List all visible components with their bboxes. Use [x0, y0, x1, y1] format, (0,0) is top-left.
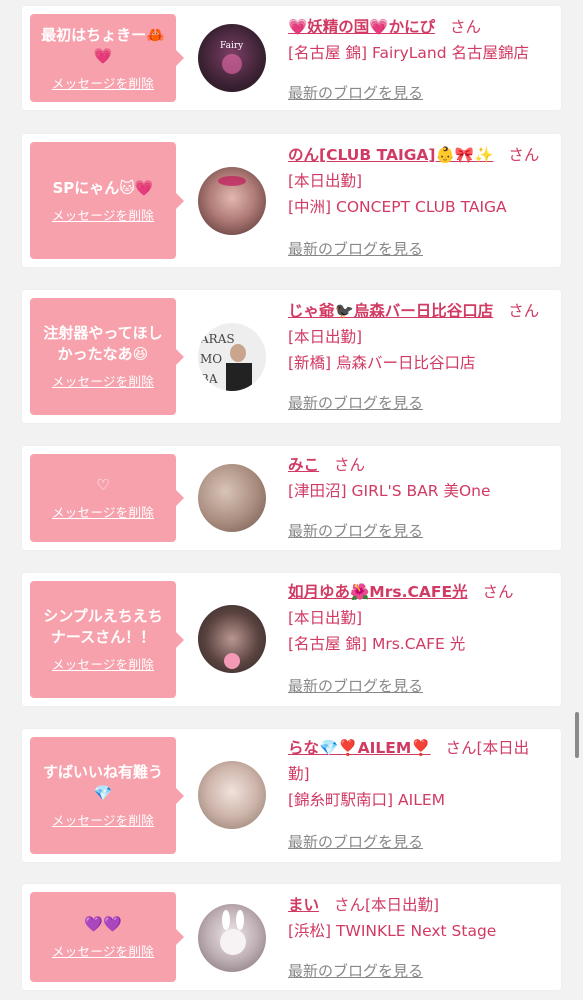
- cast-name-link[interactable]: 💗妖精の国💗かにぴ: [288, 18, 435, 36]
- svg-text:MO: MO: [200, 352, 222, 366]
- avatar[interactable]: [198, 464, 266, 532]
- cast-info: みこ さん [津田沼] GIRL'S BAR 美One: [288, 452, 550, 504]
- delete-message-link[interactable]: メッセージを削除: [52, 654, 154, 673]
- list-item: 💜💜 メッセージを削除 まい さん[本日出勤] [浜松] TWINKLE Nex…: [22, 884, 561, 990]
- shop-name: [浜松] TWINKLE Next Stage: [288, 922, 497, 940]
- latest-blog-link[interactable]: 最新のブログを見る: [288, 520, 423, 541]
- cast-info: 💗妖精の国💗かにぴ さん [名古屋 錦] FairyLand 名古屋錦店: [288, 14, 550, 66]
- list-item: 最初はちょきー🦀💗 メッセージを削除 Fairy 💗妖精の国💗かにぴ さん [名…: [22, 6, 561, 110]
- cast-name-link[interactable]: のん[CLUB TAIGA]👶🎀✨: [288, 146, 493, 164]
- work-status: [本日出勤]: [288, 609, 363, 627]
- message-bubble: 💜💜 メッセージを削除: [30, 892, 184, 982]
- avatar-image: [218, 176, 246, 186]
- message-bubble: ♡ メッセージを削除: [30, 454, 184, 542]
- avatar[interactable]: ARAS MO BA: [198, 323, 266, 391]
- list-item: シンプルえちえちナースさん！！ メッセージを削除 如月ゆあ🌺Mrs.CAFE光 …: [22, 573, 561, 706]
- message-text: ♡: [96, 476, 110, 494]
- honorific: さん: [508, 302, 540, 320]
- cast-info: じゃ爺🐦‍⬛烏森バー日比谷口店 さん [本日出勤] [新橋] 烏森バー日比谷口店: [288, 298, 550, 376]
- shop-name: [名古屋 錦] Mrs.CAFE 光: [288, 635, 466, 653]
- honorific: さん: [508, 146, 540, 164]
- list-item: SPにゃん🐱💗 メッセージを削除 のん[CLUB TAIGA]👶🎀✨ さん [本日…: [22, 134, 561, 267]
- delete-message-link[interactable]: メッセージを削除: [52, 73, 154, 92]
- honorific: さん: [450, 18, 482, 36]
- scrollbar[interactable]: [575, 712, 579, 758]
- message-text: 最初はちょきー🦀💗: [41, 25, 165, 65]
- message-text: シンプルえちえちナースさん！！: [43, 607, 163, 646]
- delete-message-link[interactable]: メッセージを削除: [52, 941, 154, 960]
- shop-name: [中洲] CONCEPT CLUB TAIGA: [288, 198, 507, 216]
- latest-blog-link[interactable]: 最新のブログを見る: [288, 392, 423, 413]
- avatar[interactable]: [198, 904, 266, 972]
- cast-info: のん[CLUB TAIGA]👶🎀✨ さん [本日出勤] [中洲] CONCEPT …: [288, 142, 550, 220]
- latest-blog-link[interactable]: 最新のブログを見る: [288, 238, 423, 259]
- work-status: [本日出勤]: [288, 172, 363, 190]
- avatar[interactable]: Fairy: [198, 24, 266, 92]
- avatar[interactable]: [198, 605, 266, 673]
- cast-name-link[interactable]: まい: [288, 896, 319, 914]
- delete-message-link[interactable]: メッセージを削除: [52, 205, 154, 224]
- list-item: 注射器やってほしかったなあ😆 メッセージを削除 ARAS MO BA じゃ爺🐦‍…: [22, 290, 561, 423]
- message-text: 注射器やってほしかったなあ😆: [43, 324, 163, 363]
- cast-info: まい さん[本日出勤] [浜松] TWINKLE Next Stage: [288, 892, 550, 944]
- message-bubble: 注射器やってほしかったなあ😆 メッセージを削除: [30, 298, 184, 415]
- message-bubble: すばいいね有難う💎 メッセージを削除: [30, 737, 184, 854]
- latest-blog-link[interactable]: 最新のブログを見る: [288, 960, 423, 981]
- cast-info: らな💎❣️AILEM❣️ さん[本日出勤] [錦糸町駅南口] AILEM: [288, 735, 550, 813]
- svg-text:BA: BA: [200, 372, 218, 386]
- shop-name: [錦糸町駅南口] AILEM: [288, 791, 445, 809]
- svg-text:Fairy: Fairy: [220, 41, 244, 51]
- avatar[interactable]: [198, 167, 266, 235]
- message-bubble: 最初はちょきー🦀💗 メッセージを削除: [30, 14, 184, 102]
- delete-message-link[interactable]: メッセージを削除: [52, 502, 154, 521]
- message-text: すばいいね有難う💎: [42, 763, 163, 802]
- message-bubble: SPにゃん🐱💗 メッセージを削除: [30, 142, 184, 259]
- list-item: ♡ メッセージを削除 みこ さん [津田沼] GIRL'S BAR 美One 最…: [22, 446, 561, 550]
- honorific: さん: [445, 739, 477, 757]
- latest-blog-link[interactable]: 最新のブログを見る: [288, 675, 423, 696]
- shop-name: [津田沼] GIRL'S BAR 美One: [288, 482, 491, 500]
- work-status: [本日出勤]: [364, 896, 440, 914]
- latest-blog-link[interactable]: 最新のブログを見る: [288, 831, 423, 852]
- cast-name-link[interactable]: みこ: [288, 456, 319, 474]
- cast-name-link[interactable]: 如月ゆあ🌺Mrs.CAFE光: [288, 583, 468, 601]
- avatar-image: Fairy: [220, 41, 244, 74]
- avatar-image: [224, 653, 240, 669]
- list-item: すばいいね有難う💎 メッセージを削除 らな💎❣️AILEM❣️ さん[本日出勤]…: [22, 729, 561, 862]
- message-text: 💜💜: [84, 915, 122, 933]
- honorific: さん: [333, 896, 365, 914]
- svg-text:ARAS: ARAS: [199, 332, 235, 346]
- message-bubble: シンプルえちえちナースさん！！ メッセージを削除: [30, 581, 184, 698]
- avatar-image: [220, 910, 246, 955]
- latest-blog-link[interactable]: 最新のブログを見る: [288, 82, 423, 103]
- avatar-image: ARAS MO BA: [198, 323, 266, 391]
- honorific: さん: [333, 456, 365, 474]
- cast-name-link[interactable]: らな💎❣️AILEM❣️: [288, 739, 431, 757]
- cast-info: 如月ゆあ🌺Mrs.CAFE光 さん [本日出勤] [名古屋 錦] Mrs.CAF…: [288, 579, 550, 657]
- shop-name: [新橋] 烏森バー日比谷口店: [288, 354, 476, 372]
- avatar[interactable]: [198, 761, 266, 829]
- work-status: [本日出勤]: [288, 328, 363, 346]
- shop-name: [名古屋 錦] FairyLand 名古屋錦店: [288, 44, 530, 62]
- cast-name-link[interactable]: じゃ爺🐦‍⬛烏森バー日比谷口店: [288, 302, 493, 320]
- message-text: SPにゃん🐱💗: [52, 178, 154, 197]
- honorific: さん: [482, 583, 514, 601]
- delete-message-link[interactable]: メッセージを削除: [52, 810, 154, 829]
- delete-message-link[interactable]: メッセージを削除: [52, 371, 154, 390]
